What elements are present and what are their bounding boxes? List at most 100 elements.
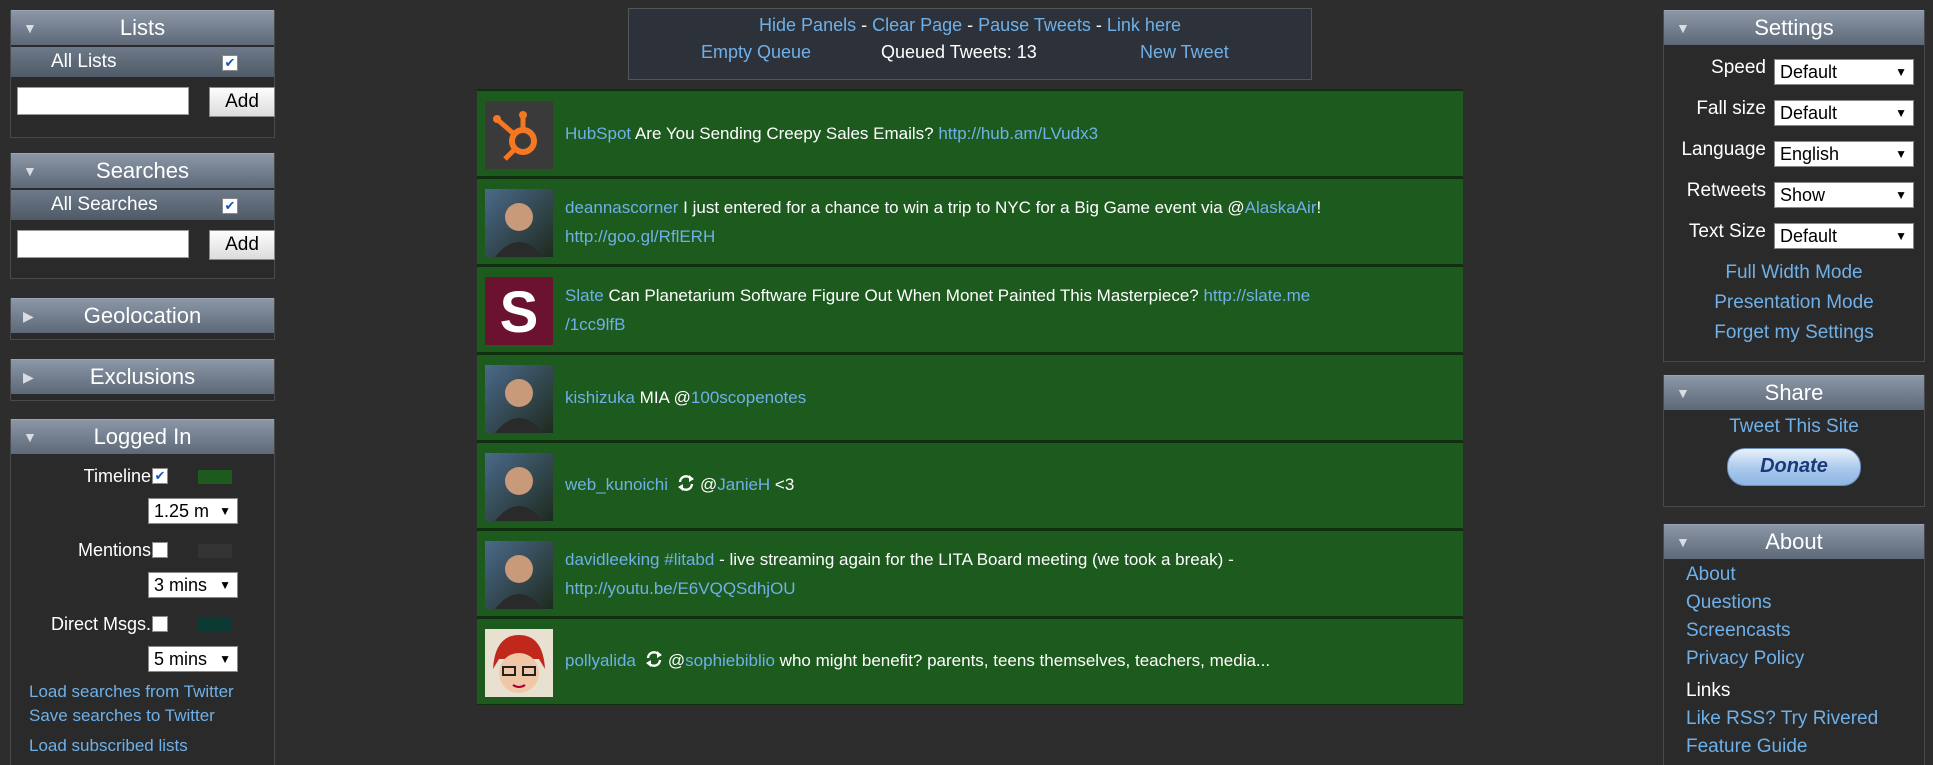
tweet-username[interactable]: davidleeking	[565, 550, 660, 569]
avatar[interactable]	[485, 629, 553, 697]
tweet-row: pollyalida @sophiebiblio who might benefi…	[477, 617, 1463, 705]
collapse-triangle-icon[interactable]: ▼	[23, 420, 37, 454]
setting-select[interactable]: Default ▼	[1774, 59, 1914, 85]
donate-button[interactable]: Donate	[1727, 448, 1861, 486]
link-here-link[interactable]: Link here	[1107, 15, 1181, 35]
mentions-color-swatch[interactable]	[198, 544, 232, 558]
setting-select[interactable]: Default ▼	[1774, 100, 1914, 126]
tweet-row: kishizuka MIA @100scopenotes	[477, 353, 1463, 441]
add-search-button[interactable]: Add	[209, 230, 275, 260]
settings-header[interactable]: ▼ Settings	[1664, 10, 1924, 45]
all-lists-label: All Lists	[51, 51, 117, 72]
load-lists-link[interactable]: Load subscribed lists	[29, 734, 274, 758]
feature-guide-link[interactable]: Feature Guide	[1664, 733, 1924, 761]
setting-select[interactable]: Default ▼	[1774, 223, 1914, 249]
about-panel: ▼ About About Questions Screencasts Priva…	[1663, 524, 1925, 765]
tweet-text: HubSpot Are You Sending Creepy Sales Ema…	[565, 91, 1443, 176]
tweet-link[interactable]: sophiebiblio	[685, 651, 775, 670]
lists-header[interactable]: ▼ Lists	[11, 10, 274, 45]
screencasts-link[interactable]: Screencasts	[1664, 617, 1924, 645]
setting-select[interactable]: Show ▼	[1774, 182, 1914, 208]
questions-link[interactable]: Questions	[1664, 589, 1924, 617]
tweet-username[interactable]: kishizuka	[565, 388, 635, 407]
collapse-triangle-icon[interactable]: ▼	[23, 154, 37, 188]
tweet-link[interactable]: AlaskaAir	[1245, 198, 1317, 217]
geolocation-header[interactable]: ▶ Geolocation	[11, 298, 274, 333]
avatar[interactable]	[485, 453, 553, 521]
tweet-row: web_kunoichi @JanieH <3	[477, 441, 1463, 529]
logged-in-header[interactable]: ▼ Logged In	[11, 419, 274, 454]
collapse-triangle-icon[interactable]: ▼	[1676, 525, 1690, 559]
collapse-triangle-icon[interactable]: ▼	[1676, 11, 1690, 45]
all-searches-row[interactable]: All Searches ✔	[11, 190, 274, 220]
chevron-down-icon: ▼	[1895, 65, 1907, 79]
timeline-interval-select[interactable]: 1.25 m ▼	[148, 498, 238, 524]
tweet-this-site-link[interactable]: Tweet This Site	[1664, 412, 1924, 442]
direct-msgs-label: Direct Msgs.	[50, 614, 151, 634]
tweet-username[interactable]: web_kunoichi	[565, 475, 668, 494]
search-input[interactable]	[17, 230, 189, 258]
timeline-color-swatch[interactable]	[198, 470, 232, 484]
tweet-body: who might benefit? parents, teens themse…	[774, 650, 1271, 670]
tweet-link[interactable]: #litabd	[664, 550, 714, 569]
tweet-body: <3	[770, 474, 795, 494]
presentation-mode-link[interactable]: Presentation Mode	[1664, 288, 1924, 318]
exclusions-header[interactable]: ▶ Exclusions	[11, 359, 274, 394]
share-header[interactable]: ▼ Share	[1664, 375, 1924, 410]
setting-label: Speed	[1711, 57, 1766, 78]
forget-settings-link[interactable]: Forget my Settings	[1664, 318, 1924, 348]
share-panel: ▼ Share Tweet This Site Donate	[1663, 375, 1925, 507]
new-tweet-link[interactable]: New Tweet	[1140, 42, 1229, 63]
searches-header[interactable]: ▼ Searches	[11, 153, 274, 188]
rivered-link[interactable]: Like RSS? Try Rivered	[1664, 705, 1924, 733]
save-searches-link[interactable]: Save searches to Twitter	[29, 704, 274, 728]
collapse-triangle-icon[interactable]: ▼	[1676, 376, 1690, 410]
chevron-down-icon: ▼	[1895, 147, 1907, 161]
avatar[interactable]	[485, 189, 553, 257]
tweet-link[interactable]: http://goo.gl/RflERH	[565, 227, 715, 246]
about-link[interactable]: About	[1664, 561, 1924, 589]
clear-page-link[interactable]: Clear Page	[872, 15, 962, 35]
avatar[interactable]	[485, 101, 553, 169]
avatar[interactable]: S	[485, 277, 553, 345]
direct-msgs-color-swatch[interactable]	[198, 618, 232, 632]
tweet-link[interactable]: JanieH	[717, 475, 770, 494]
pause-tweets-link[interactable]: Pause Tweets	[978, 15, 1091, 35]
retweet-icon	[676, 473, 696, 502]
about-header[interactable]: ▼ About	[1664, 524, 1924, 559]
tweet-body: MIA @	[639, 388, 691, 407]
avatar[interactable]	[485, 541, 553, 609]
tweet-username[interactable]: deannascorner	[565, 198, 678, 217]
collapse-triangle-icon[interactable]: ▼	[23, 11, 37, 45]
tweet-link[interactable]: http://hub.am/LVudx3	[938, 124, 1098, 143]
expand-triangle-icon[interactable]: ▶	[23, 360, 34, 394]
tweet-link[interactable]: http://slate.me	[1203, 286, 1310, 305]
list-input[interactable]	[17, 87, 189, 115]
load-searches-link[interactable]: Load searches from Twitter	[29, 680, 274, 704]
setting-row: Language English ▼	[1664, 131, 1924, 172]
mentions-checkbox[interactable]	[152, 542, 168, 558]
tweet-username[interactable]: HubSpot	[565, 124, 631, 143]
expand-triangle-icon[interactable]: ▶	[23, 299, 34, 333]
all-searches-checkbox[interactable]: ✔	[222, 198, 238, 214]
tweet-username[interactable]: pollyalida	[565, 651, 636, 670]
chevron-down-icon: ▼	[1895, 188, 1907, 202]
full-width-mode-link[interactable]: Full Width Mode	[1664, 258, 1924, 288]
tweet-link[interactable]: 100scopenotes	[691, 388, 806, 407]
all-lists-checkbox[interactable]: ✔	[222, 55, 238, 71]
tweet-link[interactable]: /1cc9lfB	[565, 315, 625, 334]
tweet-link[interactable]: http://youtu.be/E6VQQSdhjOU	[565, 579, 796, 598]
all-lists-row[interactable]: All Lists ✔	[11, 47, 274, 77]
direct-msgs-checkbox[interactable]	[152, 616, 168, 632]
tweet-username[interactable]: Slate	[565, 286, 604, 305]
setting-select[interactable]: English ▼	[1774, 141, 1914, 167]
timeline-checkbox[interactable]: ✔	[152, 468, 168, 484]
direct-msgs-interval-select[interactable]: 5 mins ▼	[148, 646, 238, 672]
hide-panels-link[interactable]: Hide Panels	[759, 15, 856, 35]
searches-panel: ▼ Searches All Searches ✔ Add	[10, 153, 275, 279]
add-list-button[interactable]: Add	[209, 87, 275, 117]
avatar[interactable]	[485, 365, 553, 433]
mentions-interval-select[interactable]: 3 mins ▼	[148, 572, 238, 598]
empty-queue-link[interactable]: Empty Queue	[701, 42, 811, 63]
privacy-policy-link[interactable]: Privacy Policy	[1664, 645, 1924, 673]
